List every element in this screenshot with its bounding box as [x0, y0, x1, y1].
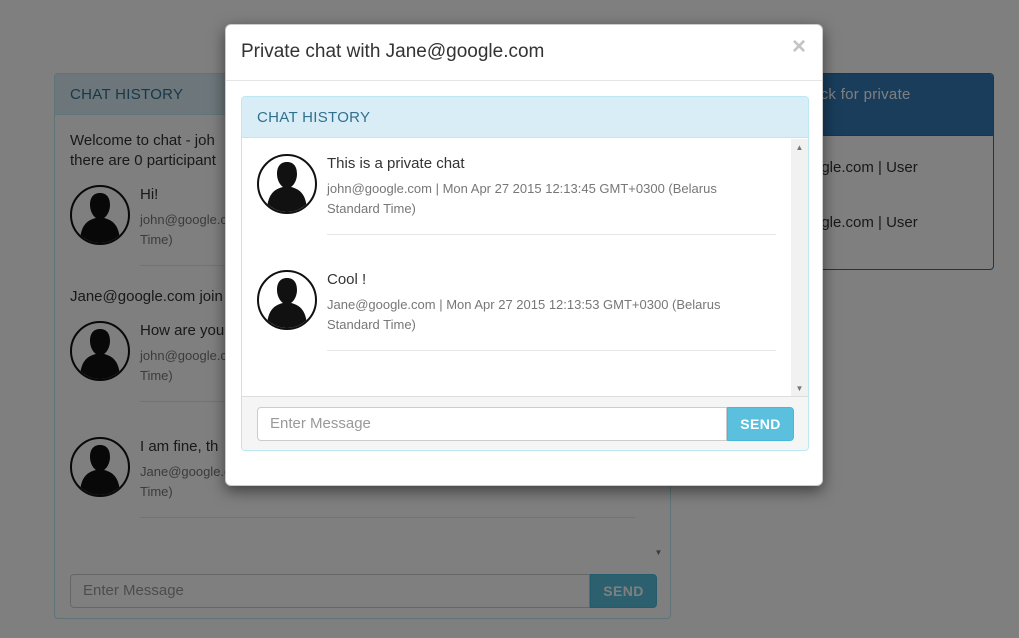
private-send-button[interactable]: SEND [727, 407, 794, 441]
private-chat-history-panel: CHAT HISTORY This is a private chat john… [241, 96, 809, 451]
private-chat-modal: Private chat with Jane@google.com × CHAT… [225, 24, 823, 486]
scroll-down-arrow-icon[interactable]: ▼ [792, 384, 807, 393]
chat-message: This is a private chat john@google.com |… [257, 154, 776, 254]
user-silhouette-icon [257, 154, 317, 214]
message-divider [327, 350, 776, 351]
scroll-up-arrow-icon[interactable]: ▲ [792, 143, 807, 152]
message-meta: john@google.com | Mon Apr 27 2015 12:13:… [327, 181, 717, 216]
message-meta: Jane@google.com | Mon Apr 27 2015 12:13:… [327, 297, 721, 332]
close-icon[interactable]: × [792, 35, 806, 59]
message-text: Cool ! [327, 271, 367, 288]
modal-title: Private chat with Jane@google.com [241, 41, 545, 62]
chat-message: Cool ! Jane@google.com | Mon Apr 27 2015… [257, 270, 776, 370]
chat-scrollbar[interactable]: ▲ ▼ [791, 139, 808, 397]
private-chat-footer: Enter Message SEND [242, 396, 808, 450]
user-silhouette-icon [257, 270, 317, 330]
private-chat-history-heading: CHAT HISTORY [242, 97, 808, 138]
private-chat-history-body: This is a private chat john@google.com |… [242, 139, 808, 397]
private-chat-input-row: Enter Message SEND [257, 407, 794, 441]
message-divider [327, 234, 776, 235]
message-text: This is a private chat [327, 155, 465, 172]
private-message-input[interactable]: Enter Message [257, 407, 727, 441]
modal-header: Private chat with Jane@google.com × [226, 25, 822, 81]
